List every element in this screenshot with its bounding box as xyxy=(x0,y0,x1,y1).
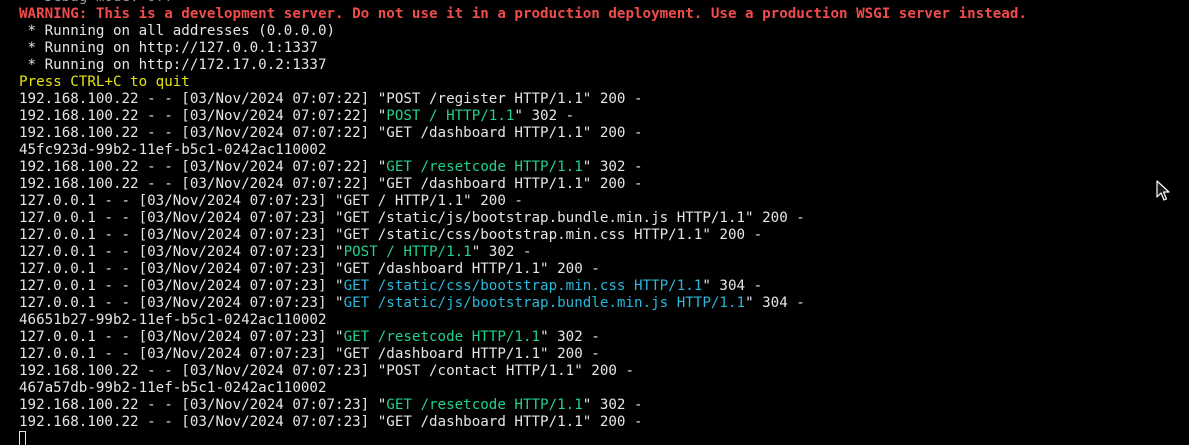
terminal-line: 192.168.100.22 - - [03/Nov/2024 07:07:23… xyxy=(19,397,1027,414)
terminal-text: GET /resetcode HTTP/1.1 xyxy=(343,329,541,345)
terminal-line: 192.168.100.22 - - [03/Nov/2024 07:07:22… xyxy=(19,125,1027,142)
terminal-line: 192.168.100.22 - - [03/Nov/2024 07:07:22… xyxy=(19,108,1027,125)
terminal-line: 127.0.0.1 - - [03/Nov/2024 07:07:23] "GE… xyxy=(19,329,1027,346)
terminal-text: 127.0.0.1 - - [03/Nov/2024 07:07:23] "GE… xyxy=(19,210,805,226)
terminal-line: 127.0.0.1 - - [03/Nov/2024 07:07:23] "GE… xyxy=(19,295,1027,312)
terminal-text: 192.168.100.22 - - [03/Nov/2024 07:07:22… xyxy=(19,176,643,192)
terminal-text: 127.0.0.1 - - [03/Nov/2024 07:07:23] "GE… xyxy=(19,227,763,243)
terminal-text: POST / HTTP/1.1 xyxy=(343,244,472,260)
terminal-text: 192.168.100.22 - - [03/Nov/2024 07:07:22… xyxy=(19,91,643,107)
terminal-line: * Running on http://172.17.0.2:1337 xyxy=(19,57,1027,74)
terminal-line: 46651b27-99b2-11ef-b5c1-0242ac110002 xyxy=(19,312,1027,329)
terminal-text: * Running on http://127.0.0.1:1337 xyxy=(19,40,318,56)
terminal-line: 192.168.100.22 - - [03/Nov/2024 07:07:22… xyxy=(19,176,1027,193)
terminal-text: GET /resetcode HTTP/1.1 xyxy=(386,159,583,175)
terminal-text: 127.0.0.1 - - [03/Nov/2024 07:07:23] " xyxy=(19,244,344,260)
terminal-line: 192.168.100.22 - - [03/Nov/2024 07:07:22… xyxy=(19,159,1027,176)
terminal-line: WARNING: This is a development server. D… xyxy=(19,6,1027,23)
terminal-line: 192.168.100.22 - - [03/Nov/2024 07:07:23… xyxy=(19,414,1027,431)
terminal-text: " 302 - xyxy=(582,159,643,175)
terminal-line: 127.0.0.1 - - [03/Nov/2024 07:07:23] "GE… xyxy=(19,210,1027,227)
terminal-text: 127.0.0.1 - - [03/Nov/2024 07:07:23] "GE… xyxy=(19,261,600,277)
terminal-line: 467a57db-99b2-11ef-b5c1-0242ac110002 xyxy=(19,380,1027,397)
terminal-text: 127.0.0.1 - - [03/Nov/2024 07:07:23] "GE… xyxy=(19,346,600,362)
terminal-text: " 302 - xyxy=(471,244,532,260)
terminal-line: Press CTRL+C to quit xyxy=(19,74,1027,91)
terminal-line: * Running on http://127.0.0.1:1337 xyxy=(19,40,1027,57)
terminal-line: 127.0.0.1 - - [03/Nov/2024 07:07:23] "GE… xyxy=(19,193,1027,210)
terminal-text: 192.168.100.22 - - [03/Nov/2024 07:07:22… xyxy=(19,125,643,141)
terminal-text: 46651b27-99b2-11ef-b5c1-0242ac110002 xyxy=(19,312,327,328)
terminal-text: " 304 - xyxy=(745,295,805,311)
terminal-text: 192.168.100.22 - - [03/Nov/2024 07:07:22… xyxy=(19,159,387,175)
terminal-text: GET /static/css/bootstrap.min.css HTTP/1… xyxy=(343,278,703,294)
text-cursor-block-icon xyxy=(19,431,26,445)
terminal-text: " 304 - xyxy=(702,278,763,294)
terminal-line: 127.0.0.1 - - [03/Nov/2024 07:07:23] "GE… xyxy=(19,278,1027,295)
terminal-text: 127.0.0.1 - - [03/Nov/2024 07:07:23] "GE… xyxy=(19,193,523,209)
terminal-line: 192.168.100.22 - - [03/Nov/2024 07:07:23… xyxy=(19,363,1027,380)
terminal-line: 127.0.0.1 - - [03/Nov/2024 07:07:23] "PO… xyxy=(19,244,1027,261)
terminal-text: WARNING: This is a development server. D… xyxy=(19,6,1027,22)
terminal-text: 192.168.100.22 - - [03/Nov/2024 07:07:23… xyxy=(19,397,387,413)
terminal-line: 192.168.100.22 - - [03/Nov/2024 07:07:22… xyxy=(19,91,1027,108)
mouse-pointer-icon xyxy=(1156,180,1170,201)
terminal-text: GET /resetcode HTTP/1.1 xyxy=(386,397,583,413)
terminal-text: " 302 - xyxy=(540,329,600,345)
terminal-line: 45fc923d-99b2-11ef-b5c1-0242ac110002 xyxy=(19,142,1027,159)
terminal-line: 127.0.0.1 - - [03/Nov/2024 07:07:23] "GE… xyxy=(19,346,1027,363)
terminal-window[interactable]: * Debug mode: offWARNING: This is a deve… xyxy=(0,0,1189,445)
terminal-text: 192.168.100.22 - - [03/Nov/2024 07:07:23… xyxy=(19,414,643,430)
terminal-line: * Running on all addresses (0.0.0.0) xyxy=(19,23,1027,40)
terminal-text: 127.0.0.1 - - [03/Nov/2024 07:07:23] " xyxy=(19,329,344,345)
terminal-text: 127.0.0.1 - - [03/Nov/2024 07:07:23] " xyxy=(19,278,344,294)
terminal-text: POST / HTTP/1.1 xyxy=(386,108,515,124)
terminal-text: " 302 - xyxy=(582,397,643,413)
terminal-text: * Debug mode: off xyxy=(19,0,173,5)
terminal-text: 127.0.0.1 - - [03/Nov/2024 07:07:23] " xyxy=(19,295,344,311)
terminal-line: 127.0.0.1 - - [03/Nov/2024 07:07:23] "GE… xyxy=(19,227,1027,244)
terminal-text: 45fc923d-99b2-11ef-b5c1-0242ac110002 xyxy=(19,142,327,158)
terminal-text: 467a57db-99b2-11ef-b5c1-0242ac110002 xyxy=(19,380,327,396)
terminal-text: GET /static/js/bootstrap.bundle.min.js H… xyxy=(343,295,746,311)
terminal-line: 127.0.0.1 - - [03/Nov/2024 07:07:23] "GE… xyxy=(19,261,1027,278)
terminal-text: * Running on http://172.17.0.2:1337 xyxy=(19,57,327,73)
terminal-text: 192.168.100.22 - - [03/Nov/2024 07:07:23… xyxy=(19,363,634,379)
terminal-output: * Debug mode: offWARNING: This is a deve… xyxy=(19,0,1027,431)
terminal-text: Press CTRL+C to quit xyxy=(19,74,190,90)
terminal-text: " 302 - xyxy=(514,108,575,124)
terminal-text: * Running on all addresses (0.0.0.0) xyxy=(19,23,336,39)
terminal-text: 192.168.100.22 - - [03/Nov/2024 07:07:22… xyxy=(19,108,387,124)
